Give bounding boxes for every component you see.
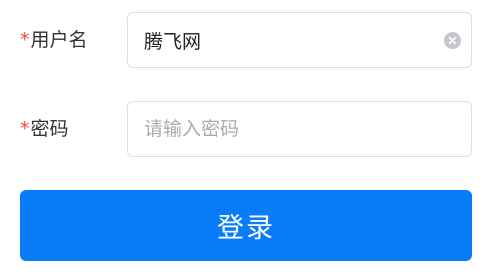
username-field[interactable] [127,12,472,68]
clear-icon[interactable] [444,32,461,49]
password-input[interactable] [144,102,434,156]
username-input[interactable] [144,13,434,67]
password-label: *密码 [20,101,69,157]
required-mark: * [20,118,30,140]
required-mark: * [20,29,30,51]
password-row: *密码 [0,101,492,157]
login-form: *用户名 *密码 登录 [0,0,492,277]
password-label-text: 密码 [30,118,69,140]
password-field[interactable] [127,101,472,157]
username-label: *用户名 [20,12,88,68]
username-label-text: 用户名 [30,29,88,51]
username-row: *用户名 [0,12,492,68]
login-button[interactable]: 登录 [20,190,472,261]
